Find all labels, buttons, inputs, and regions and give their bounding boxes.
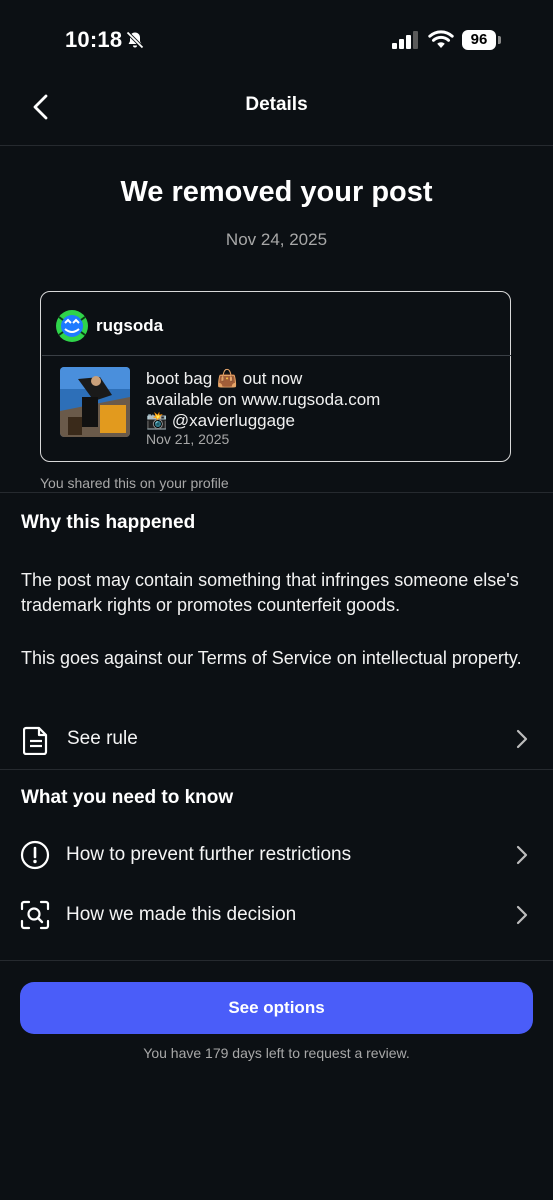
section-divider	[0, 769, 553, 770]
battery-icon: 96	[462, 30, 496, 50]
caption-line-1: boot bag 👜 out now	[146, 369, 303, 388]
chevron-right-icon	[516, 845, 528, 865]
removal-date: Nov 24, 2025	[225, 230, 328, 249]
card-divider	[42, 355, 511, 356]
alert-circle-icon	[20, 840, 50, 870]
caption-line-2: available on www.rugsoda.com	[146, 390, 381, 409]
see-options-button[interactable]: See options	[20, 982, 533, 1034]
signal-icon	[392, 31, 418, 49]
post-username[interactable]: rugsoda	[96, 316, 163, 336]
header-divider	[0, 145, 553, 146]
bell-slash-icon	[126, 31, 144, 49]
post-caption: boot bag 👜 out now available on www.rugs…	[146, 368, 380, 431]
see-rule-label: See rule	[67, 728, 138, 749]
caption-line-3: 📸 @xavierluggage	[146, 411, 295, 430]
why-section-title: Why this happened	[21, 512, 196, 533]
removal-title: We removed your post	[120, 176, 433, 208]
chevron-right-icon	[516, 729, 528, 749]
chevron-right-icon	[516, 905, 528, 925]
see-rule-row[interactable]: See rule	[0, 712, 553, 766]
why-paragraph-2: This goes against our Terms of Service o…	[21, 648, 522, 668]
status-time: 10:18	[65, 27, 123, 52]
section-divider	[0, 492, 553, 493]
post-thumbnail[interactable]	[60, 367, 130, 437]
avatar	[56, 310, 88, 342]
know-item-label: How we made this decision	[66, 904, 297, 925]
know-section-title: What you need to know	[21, 787, 234, 808]
review-deadline-note: You have 179 days left to request a revi…	[143, 1045, 410, 1061]
shared-note: You shared this on your profile	[40, 475, 229, 491]
document-icon	[23, 726, 48, 755]
why-paragraph-1: The post may contain something that infr…	[21, 570, 519, 615]
post-date: Nov 21, 2025	[146, 431, 230, 447]
scan-search-icon	[20, 900, 50, 930]
battery-tip	[498, 36, 501, 44]
decision-process-row[interactable]: How we made this decision	[0, 888, 553, 942]
prevent-restrictions-row[interactable]: How to prevent further restrictions	[0, 828, 553, 882]
section-divider	[0, 960, 553, 961]
know-item-label: How to prevent further restrictions	[66, 844, 352, 865]
page-title: Details	[245, 94, 308, 115]
wifi-icon	[428, 30, 454, 48]
